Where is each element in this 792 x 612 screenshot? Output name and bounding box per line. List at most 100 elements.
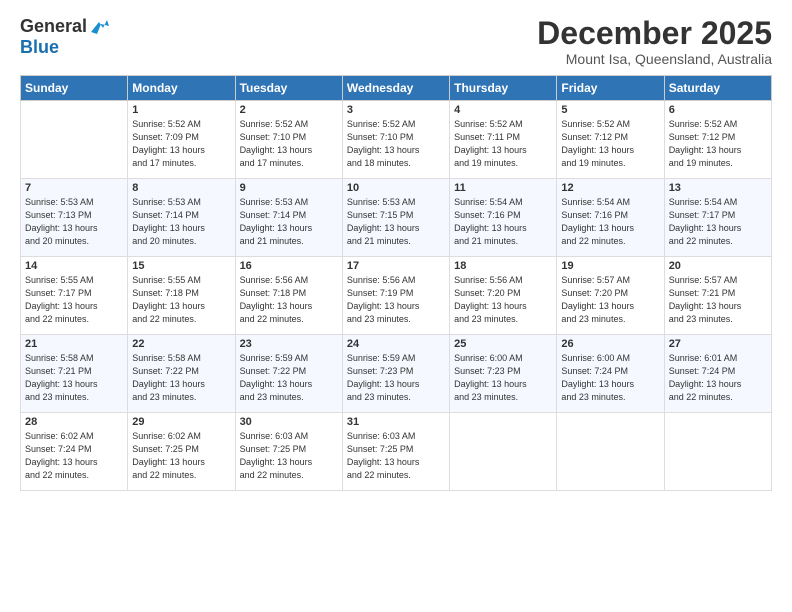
day-info: Sunrise: 5:52 AM Sunset: 7:10 PM Dayligh…	[347, 118, 445, 170]
header-saturday: Saturday	[664, 76, 771, 101]
day-number: 22	[132, 338, 230, 350]
day-info: Sunrise: 6:02 AM Sunset: 7:24 PM Dayligh…	[25, 430, 123, 482]
calendar-cell	[664, 413, 771, 491]
day-number: 13	[669, 182, 767, 194]
title-block: December 2025 Mount Isa, Queensland, Aus…	[537, 16, 772, 67]
header: General Blue December 2025 Mount Isa, Qu…	[20, 16, 772, 67]
calendar-cell: 24 Sunrise: 5:59 AM Sunset: 7:23 PM Dayli…	[342, 335, 449, 413]
day-info: Sunrise: 5:57 AM Sunset: 7:21 PM Dayligh…	[669, 274, 767, 326]
page: General Blue December 2025 Mount Isa, Qu…	[0, 0, 792, 612]
day-info: Sunrise: 5:53 AM Sunset: 7:14 PM Dayligh…	[132, 196, 230, 248]
day-info: Sunrise: 5:52 AM Sunset: 7:11 PM Dayligh…	[454, 118, 552, 170]
calendar-cell: 11 Sunrise: 5:54 AM Sunset: 7:16 PM Dayli…	[450, 179, 557, 257]
day-number: 16	[240, 260, 338, 272]
calendar-cell: 9 Sunrise: 5:53 AM Sunset: 7:14 PM Daylig…	[235, 179, 342, 257]
day-info: Sunrise: 5:53 AM Sunset: 7:14 PM Dayligh…	[240, 196, 338, 248]
calendar-cell: 16 Sunrise: 5:56 AM Sunset: 7:18 PM Dayli…	[235, 257, 342, 335]
day-info: Sunrise: 5:59 AM Sunset: 7:23 PM Dayligh…	[347, 352, 445, 404]
day-number: 6	[669, 104, 767, 116]
day-number: 20	[669, 260, 767, 272]
calendar-cell: 27 Sunrise: 6:01 AM Sunset: 7:24 PM Dayli…	[664, 335, 771, 413]
calendar-cell: 3Sunrise: 5:52 AM Sunset: 7:10 PM Daylig…	[342, 101, 449, 179]
day-info: Sunrise: 6:03 AM Sunset: 7:25 PM Dayligh…	[347, 430, 445, 482]
calendar-cell: 21 Sunrise: 5:58 AM Sunset: 7:21 PM Dayli…	[21, 335, 128, 413]
day-number: 9	[240, 182, 338, 194]
day-info: Sunrise: 6:00 AM Sunset: 7:24 PM Dayligh…	[561, 352, 659, 404]
day-number: 4	[454, 104, 552, 116]
day-info: Sunrise: 6:01 AM Sunset: 7:24 PM Dayligh…	[669, 352, 767, 404]
header-thursday: Thursday	[450, 76, 557, 101]
day-number: 8	[132, 182, 230, 194]
logo-general-text: General	[20, 16, 87, 37]
day-number: 24	[347, 338, 445, 350]
day-info: Sunrise: 5:58 AM Sunset: 7:21 PM Dayligh…	[25, 352, 123, 404]
day-number: 25	[454, 338, 552, 350]
header-friday: Friday	[557, 76, 664, 101]
calendar-cell: 2 Sunrise: 5:52 AM Sunset: 7:10 PM Daylig…	[235, 101, 342, 179]
calendar-cell: 5 Sunrise: 5:52 AM Sunset: 7:12 PM Daylig…	[557, 101, 664, 179]
day-number: 29	[132, 416, 230, 428]
day-info: Sunrise: 5:58 AM Sunset: 7:22 PM Dayligh…	[132, 352, 230, 404]
day-info: Sunrise: 5:55 AM Sunset: 7:18 PM Dayligh…	[132, 274, 230, 326]
day-info: Sunrise: 5:55 AM Sunset: 7:17 PM Dayligh…	[25, 274, 123, 326]
day-number: 23	[240, 338, 338, 350]
calendar-cell: 8 Sunrise: 5:53 AM Sunset: 7:14 PM Daylig…	[128, 179, 235, 257]
day-number: 28	[25, 416, 123, 428]
calendar-cell: 29Sunrise: 6:02 AM Sunset: 7:25 PM Dayli…	[128, 413, 235, 491]
day-number: 7	[25, 182, 123, 194]
calendar-week-0: 1 Sunrise: 5:52 AM Sunset: 7:09 PM Daylig…	[21, 101, 772, 179]
month-title: December 2025	[537, 16, 772, 51]
calendar-cell: 17 Sunrise: 5:56 AM Sunset: 7:19 PM Dayli…	[342, 257, 449, 335]
day-number: 5	[561, 104, 659, 116]
day-number: 27	[669, 338, 767, 350]
day-info: Sunrise: 5:59 AM Sunset: 7:22 PM Dayligh…	[240, 352, 338, 404]
day-number: 26	[561, 338, 659, 350]
day-info: Sunrise: 5:54 AM Sunset: 7:16 PM Dayligh…	[454, 196, 552, 248]
calendar-table: Sunday Monday Tuesday Wednesday Thursday…	[20, 75, 772, 491]
day-number: 30	[240, 416, 338, 428]
calendar-cell: 1 Sunrise: 5:52 AM Sunset: 7:09 PM Daylig…	[128, 101, 235, 179]
calendar-cell: 10Sunrise: 5:53 AM Sunset: 7:15 PM Dayli…	[342, 179, 449, 257]
day-info: Sunrise: 6:03 AM Sunset: 7:25 PM Dayligh…	[240, 430, 338, 482]
calendar-cell	[21, 101, 128, 179]
calendar-week-2: 14 Sunrise: 5:55 AM Sunset: 7:17 PM Dayli…	[21, 257, 772, 335]
day-number: 21	[25, 338, 123, 350]
calendar-week-3: 21 Sunrise: 5:58 AM Sunset: 7:21 PM Dayli…	[21, 335, 772, 413]
day-number: 11	[454, 182, 552, 194]
calendar-cell: 18Sunrise: 5:56 AM Sunset: 7:20 PM Dayli…	[450, 257, 557, 335]
day-info: Sunrise: 5:56 AM Sunset: 7:19 PM Dayligh…	[347, 274, 445, 326]
calendar-cell: 22 Sunrise: 5:58 AM Sunset: 7:22 PM Dayli…	[128, 335, 235, 413]
calendar-cell: 28 Sunrise: 6:02 AM Sunset: 7:24 PM Dayli…	[21, 413, 128, 491]
calendar-cell: 4 Sunrise: 5:52 AM Sunset: 7:11 PM Daylig…	[450, 101, 557, 179]
day-info: Sunrise: 5:54 AM Sunset: 7:16 PM Dayligh…	[561, 196, 659, 248]
day-info: Sunrise: 5:57 AM Sunset: 7:20 PM Dayligh…	[561, 274, 659, 326]
day-info: Sunrise: 5:54 AM Sunset: 7:17 PM Dayligh…	[669, 196, 767, 248]
day-info: Sunrise: 5:52 AM Sunset: 7:12 PM Dayligh…	[561, 118, 659, 170]
day-number: 1	[132, 104, 230, 116]
day-info: Sunrise: 5:53 AM Sunset: 7:15 PM Dayligh…	[347, 196, 445, 248]
calendar-cell: 26 Sunrise: 6:00 AM Sunset: 7:24 PM Dayli…	[557, 335, 664, 413]
day-number: 31	[347, 416, 445, 428]
day-number: 19	[561, 260, 659, 272]
day-number: 17	[347, 260, 445, 272]
calendar-header-row: Sunday Monday Tuesday Wednesday Thursday…	[21, 76, 772, 101]
day-number: 12	[561, 182, 659, 194]
calendar-cell: 23 Sunrise: 5:59 AM Sunset: 7:22 PM Dayli…	[235, 335, 342, 413]
day-info: Sunrise: 5:52 AM Sunset: 7:09 PM Dayligh…	[132, 118, 230, 170]
calendar-cell: 13 Sunrise: 5:54 AM Sunset: 7:17 PM Dayli…	[664, 179, 771, 257]
calendar-cell: 25Sunrise: 6:00 AM Sunset: 7:23 PM Dayli…	[450, 335, 557, 413]
day-info: Sunrise: 5:52 AM Sunset: 7:10 PM Dayligh…	[240, 118, 338, 170]
day-info: Sunrise: 5:56 AM Sunset: 7:18 PM Dayligh…	[240, 274, 338, 326]
location: Mount Isa, Queensland, Australia	[537, 51, 772, 67]
day-info: Sunrise: 5:56 AM Sunset: 7:20 PM Dayligh…	[454, 274, 552, 326]
day-number: 14	[25, 260, 123, 272]
logo-bird-icon	[89, 18, 111, 36]
calendar-cell: 19 Sunrise: 5:57 AM Sunset: 7:20 PM Dayli…	[557, 257, 664, 335]
logo: General Blue	[20, 16, 111, 58]
calendar-cell: 14 Sunrise: 5:55 AM Sunset: 7:17 PM Dayli…	[21, 257, 128, 335]
day-info: Sunrise: 5:52 AM Sunset: 7:12 PM Dayligh…	[669, 118, 767, 170]
logo-blue-text: Blue	[20, 37, 59, 58]
header-wednesday: Wednesday	[342, 76, 449, 101]
day-info: Sunrise: 5:53 AM Sunset: 7:13 PM Dayligh…	[25, 196, 123, 248]
day-number: 2	[240, 104, 338, 116]
